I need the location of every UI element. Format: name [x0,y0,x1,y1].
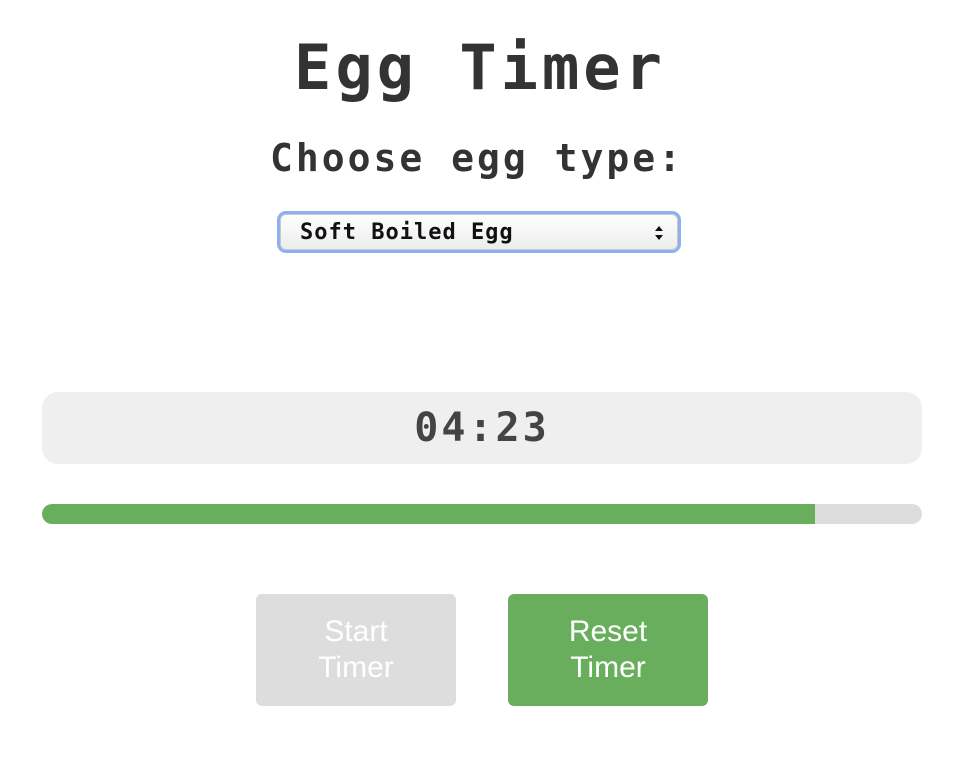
timer-display: 04:23 [42,392,922,464]
start-timer-button[interactable]: Start Timer [256,594,456,706]
select-updown-arrows-icon [654,223,664,243]
progress-bar [42,504,922,524]
egg-type-select[interactable]: Soft Boiled Egg [277,211,681,253]
timer-countdown-text: 04:23 [414,405,550,451]
egg-type-label: Choose egg type: [269,136,685,180]
reset-timer-button[interactable]: Reset Timer [508,594,708,706]
progress-bar-fill [42,504,815,524]
egg-type-selected-value: Soft Boiled Egg [300,220,514,245]
page-title: Egg Timer [294,31,666,104]
